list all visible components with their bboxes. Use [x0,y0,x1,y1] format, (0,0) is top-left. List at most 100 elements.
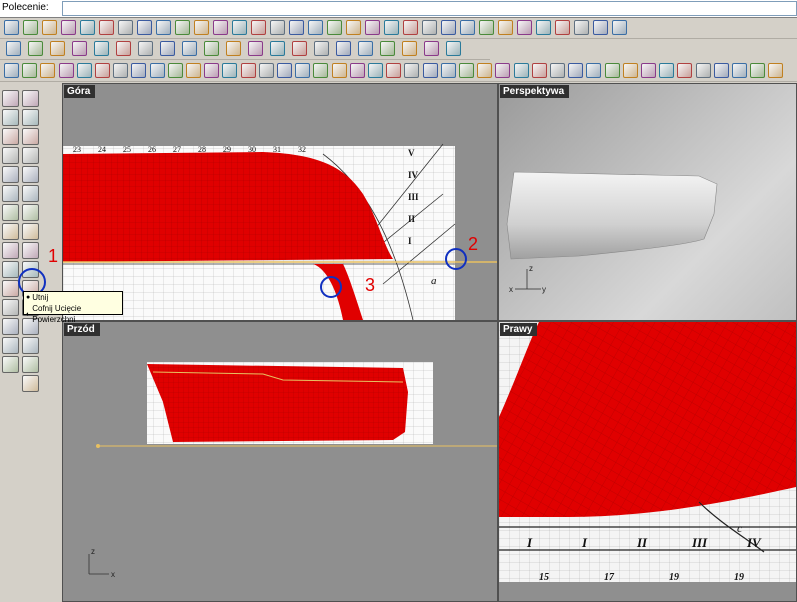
dimension-icon[interactable] [116,41,131,56]
environment-icon[interactable] [604,63,620,78]
tool-circle-icon[interactable] [2,204,19,221]
pan-icon[interactable] [175,20,190,35]
box-tool-icon[interactable] [22,242,39,259]
network-icon[interactable] [113,63,129,78]
corner-icon[interactable] [368,63,383,78]
solid-icon[interactable] [72,41,87,56]
mirror-icon[interactable] [695,63,711,78]
paste-icon[interactable] [137,20,152,35]
transform-icon[interactable] [138,41,153,56]
edge-icon[interactable] [386,63,402,78]
render-tools-icon[interactable] [248,41,263,56]
split-icon[interactable] [204,63,220,78]
copy-window-icon[interactable] [80,20,95,35]
drafting-icon[interactable] [270,41,285,56]
filter-icon[interactable] [336,41,351,56]
undo-icon[interactable] [156,20,171,35]
help-icon[interactable] [555,20,570,35]
lightbulb-icon[interactable] [365,20,380,35]
zoom-selected-icon[interactable] [270,20,285,35]
sphere-icon[interactable] [479,20,494,35]
copy-icon[interactable] [118,20,133,35]
tool-ellipse-icon[interactable] [2,109,19,126]
text-tool-icon[interactable] [22,337,39,354]
tool-curve-icon[interactable] [2,128,19,145]
revolve-icon[interactable] [58,63,74,78]
tool-polygon-icon[interactable] [2,356,19,373]
layer-icon[interactable] [574,20,589,35]
curve-tool-icon[interactable] [22,223,39,240]
viewport-right[interactable]: Prawy I I II III IV 15 17 19 19 c [498,321,797,602]
tool-pipe-icon[interactable] [2,223,19,240]
orient-icon[interactable] [713,63,729,78]
extrude-icon[interactable] [76,63,92,78]
cut-icon[interactable] [99,20,114,35]
edit-icon[interactable] [292,41,307,56]
control-icon[interactable] [677,63,693,78]
text-icon[interactable] [424,41,439,56]
surface-from-curves-icon[interactable] [4,63,19,78]
viewport-front[interactable]: Przód z x [62,321,498,602]
curve-icon[interactable] [327,20,342,35]
lock-icon[interactable] [384,20,399,35]
command-input[interactable] [62,1,797,16]
zoom-window-icon[interactable] [213,20,228,35]
taper-icon[interactable] [513,63,529,78]
patch-icon[interactable] [95,63,110,78]
tool-arc-icon[interactable] [2,90,19,107]
twist-icon[interactable] [477,63,493,78]
loft-icon[interactable] [22,63,38,78]
view-layout-icon[interactable] [289,20,304,35]
tool-cone-icon[interactable] [2,185,19,202]
viewport-perspective[interactable]: Perspektywa z x y [498,83,797,321]
hatch-icon[interactable] [446,41,461,56]
viewport-right-label[interactable]: Prawy [500,323,538,336]
plugin-icon[interactable] [593,20,608,35]
gear-icon[interactable] [346,20,361,35]
rebuild-icon[interactable] [258,63,274,78]
block-icon[interactable] [380,41,395,56]
grid-icon[interactable] [536,20,551,35]
explode-icon[interactable] [240,63,256,78]
sweep-icon[interactable] [40,63,56,78]
zebra-icon[interactable] [568,63,584,78]
cage-icon[interactable] [459,63,474,78]
tool-line-icon[interactable] [2,242,19,259]
arc-tool-icon[interactable] [22,204,39,221]
curve-tools-icon[interactable] [28,41,43,56]
tool-array-icon[interactable] [2,337,19,354]
tool-point-icon[interactable] [2,166,19,183]
color-icon[interactable] [403,20,418,35]
tool-trim-icon[interactable] [2,261,19,278]
match-icon[interactable] [277,63,292,78]
options-icon[interactable] [517,20,532,35]
trim-icon[interactable] [186,63,201,78]
mesh-icon[interactable] [94,41,109,56]
select-icon[interactable] [358,41,373,56]
viewport-top[interactable]: Góra 23 24 25 26 27 28 29 30 31 32 V IV III II I 2 3 [62,83,498,321]
group-icon[interactable] [402,41,417,56]
circle-tool-icon[interactable] [22,128,39,145]
shrink-icon[interactable] [331,63,347,78]
emap-icon[interactable] [622,63,638,78]
bend-icon[interactable] [495,63,511,78]
fillet-icon[interactable] [149,63,165,78]
draft-icon[interactable] [586,63,602,78]
zoom-dynamic-icon[interactable] [232,20,247,35]
move-icon[interactable] [768,63,784,78]
group-tool-icon[interactable] [22,356,39,373]
analysis-icon[interactable] [531,63,547,78]
rotate-view-icon[interactable] [194,20,209,35]
points-icon[interactable] [498,20,513,35]
analyze-icon[interactable] [226,41,241,56]
wireframe-icon[interactable] [441,20,456,35]
viewport-top-label[interactable]: Góra [64,85,96,98]
tool-curve2-icon[interactable] [2,318,19,335]
tool-extend-icon[interactable] [2,280,19,297]
surface-icon[interactable] [50,41,65,56]
zoom-extents-icon[interactable] [251,20,266,35]
new-file-icon[interactable] [4,20,19,35]
flow-icon[interactable] [422,63,438,78]
blend-icon[interactable] [131,63,147,78]
user-icon[interactable] [612,20,627,35]
